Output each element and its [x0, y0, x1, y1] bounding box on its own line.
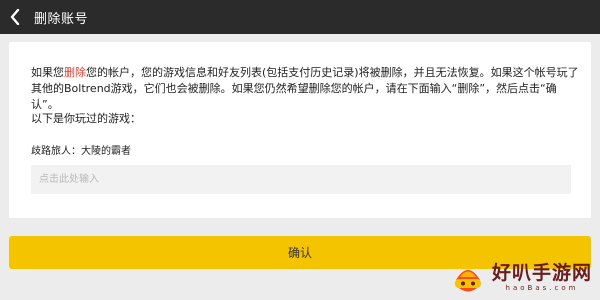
site-watermark: 好叭手游网 haoBas.com — [448, 254, 598, 300]
watermark-logo-icon — [455, 270, 481, 292]
watermark-text-group: 好叭手游网 haoBas.com — [492, 262, 592, 293]
chevron-left-icon — [10, 9, 20, 25]
watermark-text: 好叭手游网 — [492, 261, 593, 284]
confirm-delete-input[interactable] — [31, 165, 571, 194]
warning-text-suffix: 您的帐户，您的游戏信息和好友列表(包括支付历史记录)将被删除，并且无法恢复。如果… — [31, 66, 579, 111]
watermark-url: haoBas.com — [505, 283, 579, 292]
page-title: 删除账号 — [34, 11, 89, 27]
delete-account-card: 如果您删除您的帐户，您的游戏信息和好友列表(包括支付历史记录)将被删除，并且无法… — [9, 42, 591, 218]
delete-warning-text: 如果您删除您的帐户，您的游戏信息和好友列表(包括支付历史记录)将被删除，并且无法… — [31, 65, 581, 113]
played-games-label: 以下是你玩过的游戏： — [31, 112, 141, 125]
played-game-item: 歧路旅人：大陵的霸者 — [31, 146, 131, 157]
warning-text-highlight: 删除 — [64, 66, 86, 79]
top-bar: 删除账号 — [0, 0, 600, 34]
back-button[interactable] — [0, 0, 30, 34]
warning-text-prefix: 如果您 — [31, 66, 64, 79]
